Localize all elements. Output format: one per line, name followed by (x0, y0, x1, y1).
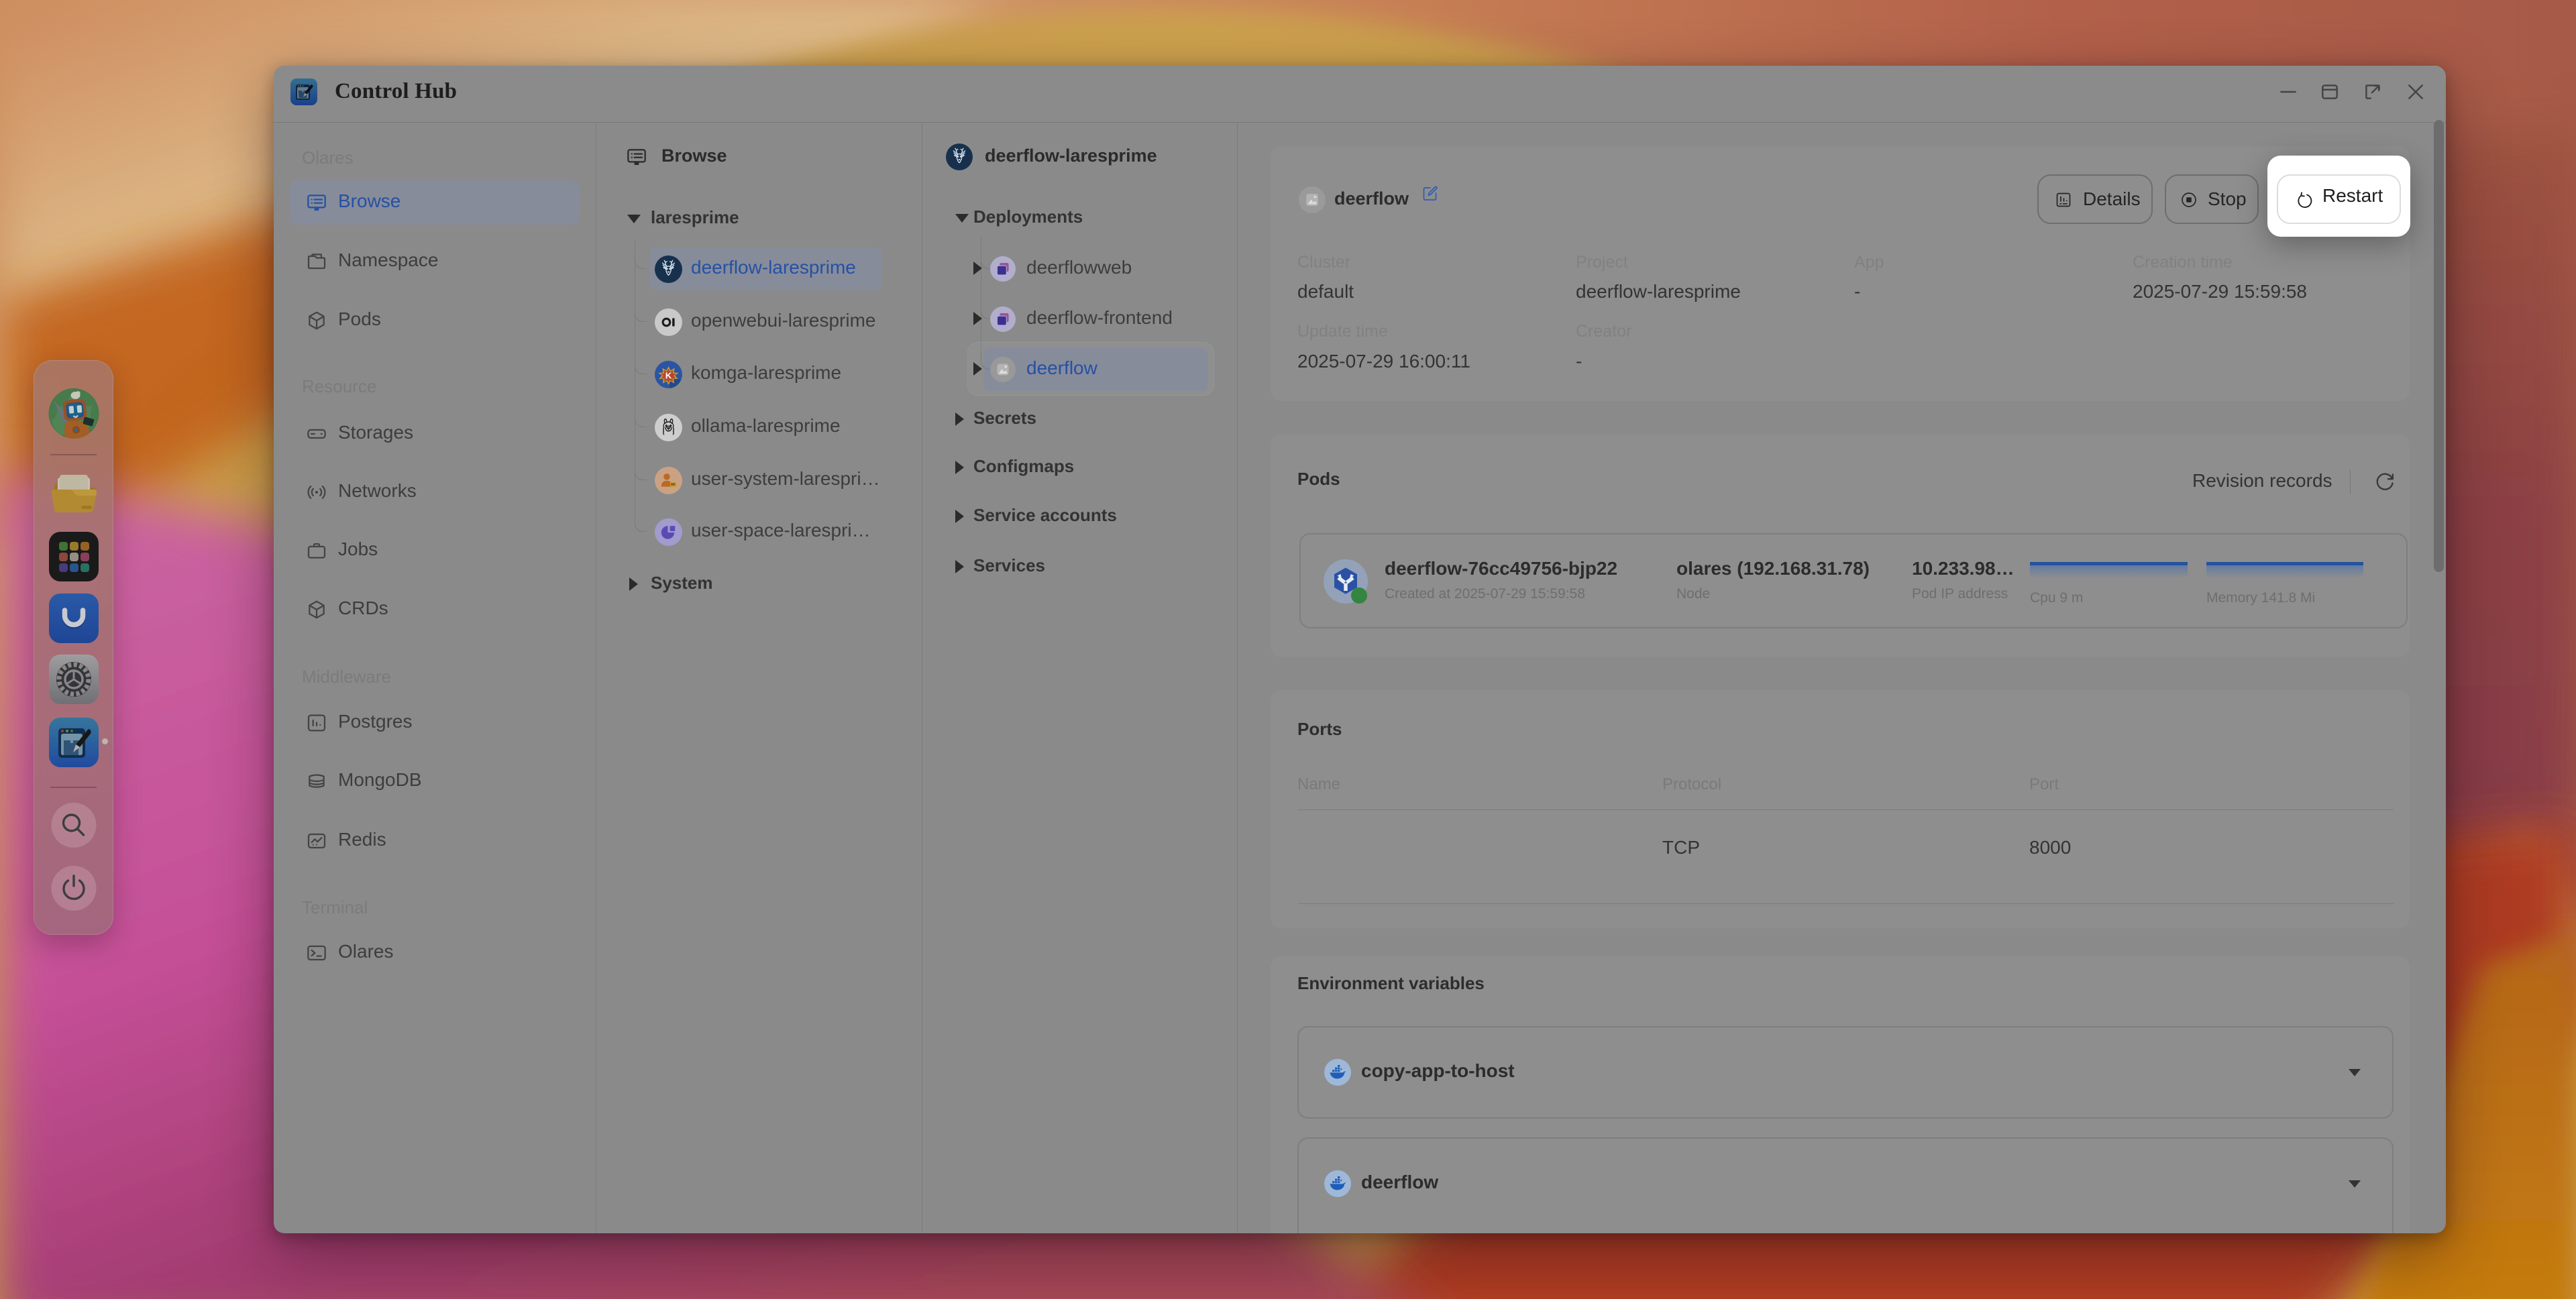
svg-text:K: K (665, 371, 672, 381)
